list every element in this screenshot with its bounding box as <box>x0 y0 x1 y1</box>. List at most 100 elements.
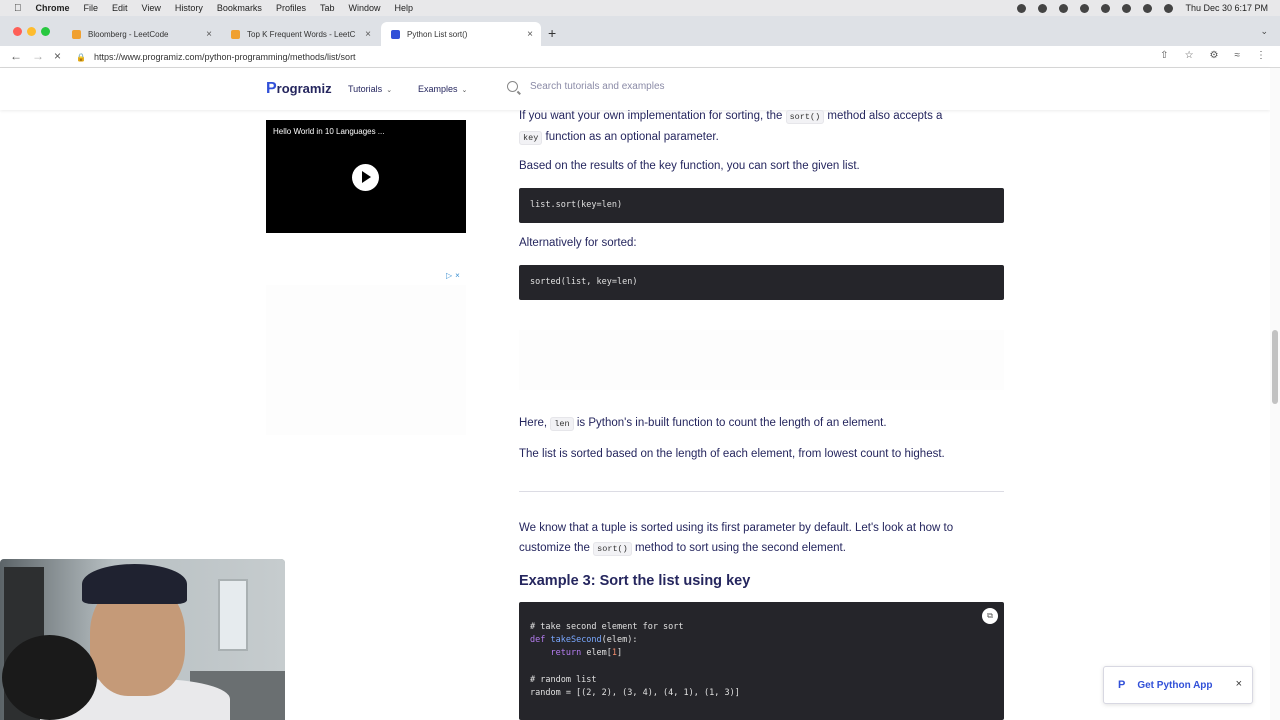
code-comment: # random list <box>530 675 597 685</box>
text: Here, <box>519 417 551 429</box>
code-comment: # take second element for sort <box>530 622 684 632</box>
menu-history[interactable]: History <box>175 3 203 13</box>
menu-window[interactable]: Window <box>348 3 380 13</box>
code-block-sorted: sorted(list, key=len) <box>519 265 1004 300</box>
menu-profiles[interactable]: Profiles <box>276 3 306 13</box>
zoom-window-icon[interactable] <box>41 27 50 36</box>
tab-bloomberg-leetcode[interactable]: Bloomberg - LeetCode × <box>62 22 220 46</box>
gauge-icon[interactable] <box>1059 3 1069 13</box>
close-window-icon[interactable] <box>13 27 22 36</box>
spotlight-icon[interactable] <box>1122 3 1132 13</box>
menu-help[interactable]: Help <box>394 3 413 13</box>
menu-bookmarks[interactable]: Bookmarks <box>217 3 262 13</box>
new-tab-icon[interactable]: + <box>548 25 556 41</box>
tab-title: Python List sort() <box>407 29 468 39</box>
code-line: def takeSecond(elem): <box>530 635 638 645</box>
text: We know that a tuple is sorted using its… <box>519 522 954 534</box>
paragraph-sorted-by-length: The list is sorted based on the length o… <box>519 448 945 460</box>
video-player[interactable]: Hello World in 10 Languages ... <box>266 120 466 233</box>
code-text: elem[ <box>581 648 612 658</box>
chevron-down-icon[interactable]: ⌄ <box>1260 26 1268 37</box>
menu-tab[interactable]: Tab <box>320 3 335 13</box>
share-icon[interactable]: ⇧ <box>1160 50 1168 61</box>
more-icon[interactable]: ⋮ <box>1256 50 1266 61</box>
nav-tutorials-label: Tutorials <box>348 84 383 94</box>
webcam-overlay <box>0 559 285 720</box>
forward-icon[interactable]: → <box>32 49 44 63</box>
adchoices-icon[interactable]: ▷ <box>446 271 452 280</box>
video-title[interactable]: Hello World in 10 Languages ... <box>273 127 384 136</box>
site-header: Programiz Tutorials ⌄ Examples ⌄ Search tu… <box>0 68 1270 110</box>
close-ad-icon[interactable]: × <box>455 271 460 280</box>
programiz-icon <box>391 29 400 39</box>
minimize-window-icon[interactable] <box>27 27 36 36</box>
macos-menu-bar:  Chrome File Edit View History Bookmark… <box>0 0 1280 16</box>
code-keyword: return <box>550 648 582 658</box>
cloud-icon[interactable] <box>1038 3 1048 13</box>
control-center-icon[interactable] <box>1143 3 1153 13</box>
sidebar-ad <box>266 285 466 435</box>
close-tab-icon[interactable]: × <box>206 29 212 40</box>
menu-edit[interactable]: Edit <box>112 3 128 13</box>
code-line: sorted(list, key=len) <box>530 277 638 287</box>
inline-code: key <box>519 131 543 145</box>
code-line: list.sort(key=len) <box>530 200 623 210</box>
inline-code: sort() <box>785 110 825 124</box>
site-search[interactable]: Search tutorials and examples <box>507 81 665 92</box>
siri-icon[interactable] <box>1164 3 1174 13</box>
inline-code: sort() <box>593 542 632 556</box>
programiz-icon: P <box>1118 679 1126 691</box>
record-icon[interactable] <box>1017 3 1027 13</box>
webcam-microphone <box>2 635 97 720</box>
tab-top-k-frequent-words[interactable]: Top K Frequent Words - LeetC × <box>221 22 379 46</box>
programiz-logo[interactable]: Programiz <box>266 80 332 98</box>
clock[interactable]: Thu Dec 30 6:17 PM <box>1185 3 1268 13</box>
paragraph-alternatively: Alternatively for sorted: <box>519 237 637 249</box>
app-menu: Chrome File Edit View History Bookmarks … <box>36 3 428 13</box>
code-block-example-3: ⧉ # take second element for sort def tak… <box>519 602 1004 720</box>
code-line: return elem[1] <box>530 648 622 658</box>
nav-tutorials[interactable]: Tutorials ⌄ <box>348 84 392 94</box>
moon-icon[interactable] <box>1101 3 1111 13</box>
inline-code: len <box>550 417 574 431</box>
close-tab-icon[interactable]: × <box>527 29 533 40</box>
tab-title: Top K Frequent Words - LeetC <box>247 29 356 39</box>
tab-python-list-sort[interactable]: Python List sort() × <box>381 22 541 46</box>
url-field[interactable]: 🔒 https://www.programiz.com/python-progr… <box>76 49 1156 65</box>
menu-chrome[interactable]: Chrome <box>36 3 70 13</box>
search-input[interactable]: Search tutorials and examples <box>530 81 665 92</box>
nav-examples-label: Examples <box>418 84 458 94</box>
get-python-app-label[interactable]: Get Python App <box>1137 680 1212 691</box>
lock-icon[interactable]: 🔒 <box>76 53 86 62</box>
status-area: Thu Dec 30 6:17 PM <box>1017 0 1268 16</box>
text: If you want your own implementation for … <box>519 110 786 122</box>
extensions-icon[interactable]: ⚙ <box>1210 50 1219 61</box>
back-icon[interactable]: ← <box>10 49 22 63</box>
bookmark-star-icon[interactable]: ☆ <box>1185 50 1194 61</box>
code-text: (elem): <box>601 635 638 645</box>
menu-file[interactable]: File <box>84 3 99 13</box>
paragraph-len-explained: Here, len is Python's in-built function … <box>519 413 1004 434</box>
code-block-list-sort: list.sort(key=len) <box>519 188 1004 223</box>
chevron-down-icon: ⌄ <box>386 87 393 94</box>
stop-icon[interactable]: × <box>54 49 61 63</box>
apple-icon[interactable]:  <box>14 3 22 14</box>
close-icon[interactable]: × <box>1236 678 1242 690</box>
logo-mark: P <box>266 80 277 97</box>
text: method also accepts a <box>824 110 943 122</box>
webcam-window <box>218 579 248 651</box>
copy-icon[interactable]: ⧉ <box>982 608 998 624</box>
address-bar-row: ← → × 🔒 https://www.programiz.com/python… <box>0 46 1280 68</box>
extension-icon[interactable]: ≈ <box>1235 50 1241 61</box>
scrollbar-thumb[interactable] <box>1272 330 1278 404</box>
play-icon[interactable] <box>352 164 379 191</box>
ad-choices[interactable]: ▷× <box>446 271 460 280</box>
menu-view[interactable]: View <box>142 3 161 13</box>
get-python-app-banner[interactable]: P Get Python App × <box>1103 666 1253 704</box>
flag-icon[interactable] <box>1080 3 1090 13</box>
close-tab-icon[interactable]: × <box>365 29 371 40</box>
divider <box>519 491 1004 492</box>
paragraph-key-results: Based on the results of the key function… <box>519 160 860 172</box>
nav-examples[interactable]: Examples ⌄ <box>418 84 467 94</box>
paragraph-key-intro: If you want your own implementation for … <box>519 106 1004 148</box>
